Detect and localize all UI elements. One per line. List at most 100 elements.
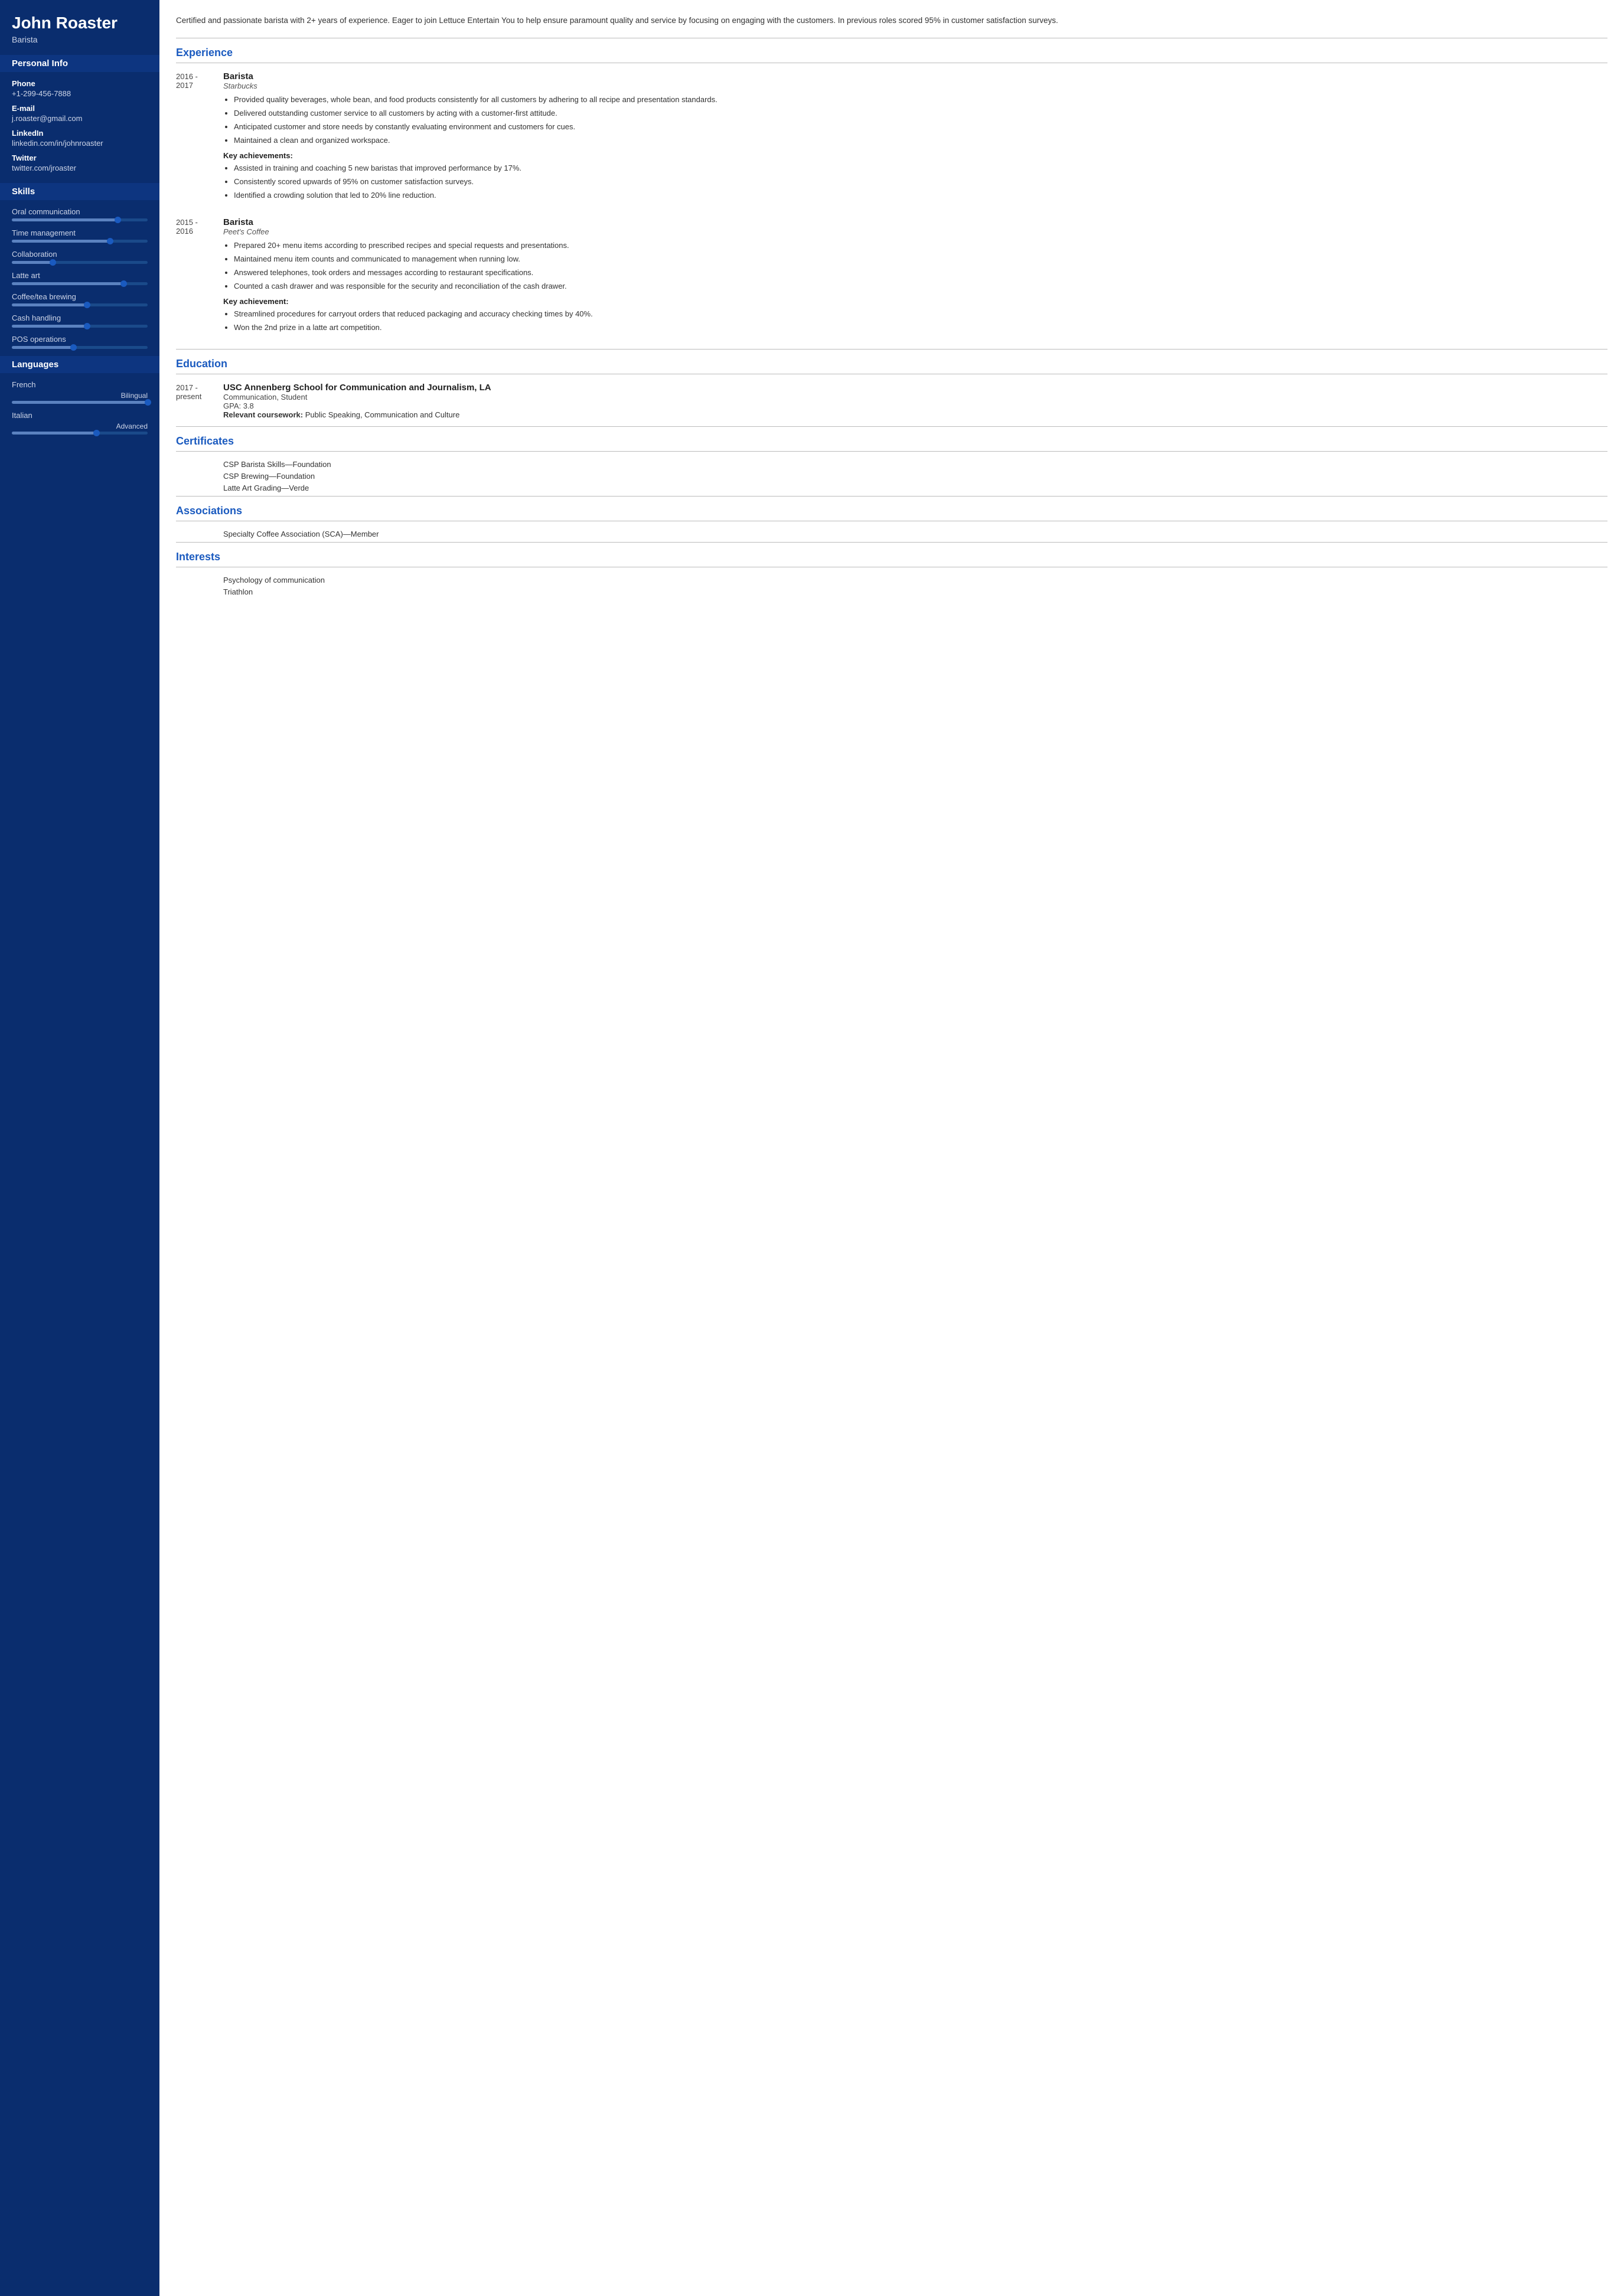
skill-name: Coffee/tea brewing	[12, 292, 148, 301]
job-title: Barista	[223, 217, 1607, 227]
experience-heading: Experience	[176, 47, 1607, 59]
language-name: French	[12, 380, 148, 389]
associations-heading: Associations	[176, 505, 1607, 517]
language-level: Advanced	[12, 422, 148, 430]
edu-gpa: GPA: 3.8	[223, 401, 1607, 410]
language-bar	[12, 432, 148, 435]
linkedin-value: linkedin.com/in/johnroaster	[12, 139, 148, 148]
interests-heading: Interests	[176, 551, 1607, 563]
bullet-item: Maintained a clean and organized workspa…	[234, 135, 1607, 146]
skill-item: Coffee/tea brewing	[12, 292, 148, 306]
bullet-item: Provided quality beverages, whole bean, …	[234, 94, 1607, 106]
coursework-label: Relevant coursework:	[223, 410, 303, 419]
skill-bar	[12, 240, 148, 243]
achievement-item: Identified a crowding solution that led …	[234, 190, 1607, 201]
skill-bar-dot	[115, 217, 121, 223]
education-row: 2017 -present USC Annenberg School for C…	[176, 383, 1607, 419]
languages-heading: Languages	[0, 356, 159, 373]
skills-heading: Skills	[0, 183, 159, 200]
skill-bar-dot	[70, 344, 77, 351]
bullet-item: Anticipated customer and store needs by …	[234, 121, 1607, 133]
linkedin-label: LinkedIn	[12, 129, 148, 138]
skill-name: Latte art	[12, 271, 148, 280]
phone-label: Phone	[12, 79, 148, 88]
language-bar	[12, 401, 148, 404]
skill-item: Collaboration	[12, 250, 148, 264]
skill-item: Cash handling	[12, 313, 148, 328]
company-name: Peet's Coffee	[223, 227, 1607, 236]
experience-row: 2016 -2017 Barista Starbucks Provided qu…	[176, 71, 1607, 207]
sidebar: John Roaster Barista Personal Info Phone…	[0, 0, 159, 2296]
twitter-label: Twitter	[12, 153, 148, 162]
edu-coursework: Relevant coursework: Public Speaking, Co…	[223, 410, 1607, 419]
certificates-heading: Certificates	[176, 435, 1607, 448]
language-bar-fill	[12, 401, 148, 404]
skill-item: POS operations	[12, 335, 148, 349]
skill-bar	[12, 282, 148, 285]
experience-row: 2015 -2016 Barista Peet's Coffee Prepare…	[176, 217, 1607, 339]
achievements-bullets: Assisted in training and coaching 5 new …	[223, 162, 1607, 201]
exp-content: Barista Peet's Coffee Prepared 20+ menu …	[223, 217, 1607, 339]
skills-list: Oral communication Time management Colla…	[12, 207, 148, 349]
certificate-item: Latte Art Grading—Verde	[223, 484, 1607, 492]
interest-item: Psychology of communication	[223, 576, 1607, 584]
email-value: j.roaster@gmail.com	[12, 114, 148, 123]
school-name: USC Annenberg School for Communication a…	[223, 383, 1607, 393]
skill-item: Latte art	[12, 271, 148, 285]
language-bar-dot	[145, 399, 151, 406]
skill-bar-fill	[12, 325, 87, 328]
certificate-item: CSP Barista Skills—Foundation	[223, 460, 1607, 469]
skill-name: Collaboration	[12, 250, 148, 259]
skill-name: POS operations	[12, 335, 148, 344]
language-item: Italian Advanced	[12, 411, 148, 435]
skill-bar-dot	[84, 302, 90, 308]
skill-bar-fill	[12, 303, 87, 306]
key-achievements-label: Key achievements:	[223, 151, 1607, 160]
twitter-value: twitter.com/jroaster	[12, 164, 148, 172]
interests-list-items: Psychology of communication Triathlon	[176, 576, 1607, 596]
interest-item: Triathlon	[223, 587, 1607, 596]
achievement-item: Streamlined procedures for carryout orde…	[234, 308, 1607, 320]
interests-list: Psychology of communication Triathlon	[176, 576, 1607, 596]
achievement-item: Consistently scored upwards of 95% on cu…	[234, 176, 1607, 188]
achievement-item: Won the 2nd prize in a latte art competi…	[234, 322, 1607, 334]
skill-bar-dot	[107, 238, 113, 244]
bullet-item: Answered telephones, took orders and mes…	[234, 267, 1607, 279]
associations-list: Specialty Coffee Association (SCA)—Membe…	[176, 530, 1607, 538]
bullet-item: Delivered outstanding customer service t…	[234, 107, 1607, 119]
education-heading: Education	[176, 358, 1607, 370]
skill-bar-dot	[50, 259, 56, 266]
company-name: Starbucks	[223, 81, 1607, 90]
skill-name: Time management	[12, 228, 148, 237]
email-label: E-mail	[12, 104, 148, 113]
language-name: Italian	[12, 411, 148, 420]
exp-bullets: Prepared 20+ menu items according to pre…	[223, 240, 1607, 293]
candidate-name: John Roaster	[12, 14, 148, 32]
language-bar-fill	[12, 432, 96, 435]
skill-name: Cash handling	[12, 313, 148, 322]
associations-list-items: Specialty Coffee Association (SCA)—Membe…	[176, 530, 1607, 538]
education-list: 2017 -present USC Annenberg School for C…	[176, 383, 1607, 419]
skill-name: Oral communication	[12, 207, 148, 216]
exp-content: Barista Starbucks Provided quality bever…	[223, 71, 1607, 207]
skill-bar	[12, 303, 148, 306]
skill-bar-fill	[12, 282, 123, 285]
bullet-item: Prepared 20+ menu items according to pre…	[234, 240, 1607, 252]
bullet-item: Maintained menu item counts and communic…	[234, 253, 1607, 265]
exp-bullets: Provided quality beverages, whole bean, …	[223, 94, 1607, 147]
summary-text: Certified and passionate barista with 2+…	[176, 14, 1607, 27]
skill-bar-fill	[12, 261, 53, 264]
phone-value: +1-299-456-7888	[12, 89, 148, 98]
skill-item: Time management	[12, 228, 148, 243]
skill-bar-dot	[84, 323, 90, 329]
main-content: Certified and passionate barista with 2+…	[159, 0, 1624, 2296]
association-item: Specialty Coffee Association (SCA)—Membe…	[223, 530, 1607, 538]
languages-list: French Bilingual Italian Advanced	[12, 380, 148, 435]
exp-date: 2015 -2016	[176, 217, 223, 339]
skill-bar-fill	[12, 240, 110, 243]
language-level: Bilingual	[12, 391, 148, 400]
edu-date: 2017 -present	[176, 383, 223, 419]
edu-content: USC Annenberg School for Communication a…	[223, 383, 1607, 419]
job-title: Barista	[223, 71, 1607, 81]
skill-bar	[12, 218, 148, 221]
